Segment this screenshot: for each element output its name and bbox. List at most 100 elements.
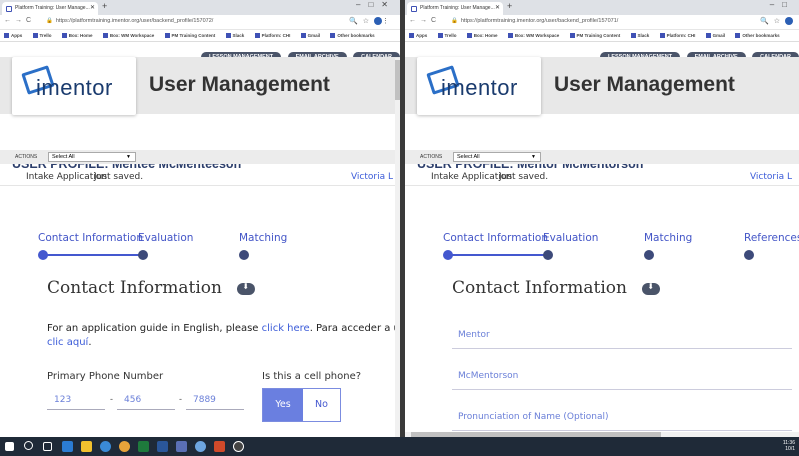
bookmark-gmail[interactable]: Gmail (705, 33, 725, 39)
window-controls[interactable]: –□✕ (356, 0, 396, 9)
browser-tab[interactable]: Platform Training: User Manage... ✕ (2, 2, 98, 15)
outlook-icon[interactable] (62, 441, 73, 452)
logo[interactable]: imentor (417, 57, 541, 115)
browser-actions[interactable]: 🔍☆ (760, 17, 793, 26)
last-name-input[interactable]: McMentorson (452, 364, 792, 390)
new-tab-icon[interactable]: + (102, 1, 107, 11)
taskbar: 11:36 10/1 (0, 437, 799, 456)
address-bar[interactable]: 🔒 https://platformtraining.imentor.org/us… (46, 18, 213, 24)
browser-actions[interactable]: 🔍☆ ⋮ (349, 17, 394, 26)
bookmark-platform[interactable]: Platform: CHI (659, 33, 695, 39)
address-bar[interactable]: 🔒 https://platformtraining.imentor.org/us… (451, 18, 618, 24)
bookmark-trello[interactable]: Trello (32, 33, 52, 39)
app-icon[interactable] (233, 441, 244, 452)
chrome-icon[interactable] (119, 441, 130, 452)
url-text: https://platformtraining.imentor.org/use… (460, 18, 619, 24)
bookmark-box-home[interactable]: Box: Home (61, 33, 93, 39)
new-tab-icon[interactable]: + (507, 1, 512, 11)
bookmark-label: PM Training Content (576, 33, 621, 38)
cell-phone-toggle: Yes No (262, 388, 341, 422)
bookmark-box-wm[interactable]: Box: WM Workspace (102, 33, 154, 39)
excel-icon[interactable] (138, 441, 149, 452)
bookmark-box-home[interactable]: Box: Home (466, 33, 498, 39)
task-view-icon[interactable] (43, 442, 52, 451)
step-matching[interactable]: Matching (644, 232, 692, 244)
cell-phone-label: Is this a cell phone? (262, 371, 362, 382)
bookmark-slack[interactable]: Slack (630, 33, 649, 39)
bookmark-label: Other bookmarks (337, 33, 375, 38)
bookmark-trello[interactable]: Trello (437, 33, 457, 39)
browser-tab[interactable]: Platform Training: User Manage... ✕ (407, 2, 503, 15)
actions-label: ACTIONS (420, 154, 443, 160)
close-tab-icon[interactable]: ✕ (90, 2, 95, 15)
step-references[interactable]: References (744, 232, 799, 244)
step-dot[interactable] (239, 250, 249, 260)
step-contact-information[interactable]: Contact Information (38, 232, 143, 244)
google-icon (705, 33, 711, 39)
pronunciation-input[interactable]: Pronunciation of Name (Optional) (452, 405, 792, 431)
step-dot[interactable] (644, 250, 654, 260)
no-button[interactable]: No (303, 389, 340, 421)
cloud-download-icon[interactable] (237, 282, 256, 295)
app-icon[interactable] (176, 441, 187, 452)
bookmark-slack[interactable]: Slack (225, 33, 244, 39)
actions-select[interactable]: Select All ▼ (48, 152, 136, 162)
step-dot[interactable] (744, 250, 754, 260)
logo[interactable]: imentor (12, 57, 136, 115)
phone-label: Primary Phone Number (47, 371, 164, 382)
profile-icon[interactable] (374, 17, 382, 26)
favicon-icon (6, 6, 12, 12)
step-contact-information[interactable]: Contact Information (443, 232, 548, 244)
bookmark-apps[interactable]: Apps (409, 33, 427, 39)
bookmark-box-wm[interactable]: Box: WM Workspace (507, 33, 559, 39)
address-bar-row: ←→C 🔒 https://platformtraining.imentor.or… (0, 15, 400, 30)
step-dot[interactable] (38, 250, 48, 260)
first-name-input[interactable]: Mentor (452, 323, 792, 349)
step-progress-line (448, 254, 548, 256)
close-tab-icon[interactable]: ✕ (495, 2, 500, 15)
search-icon[interactable] (24, 441, 33, 450)
step-matching[interactable]: Matching (239, 232, 287, 244)
phone-prefix-input[interactable]: 456 (117, 392, 175, 410)
window-controls[interactable]: –□ (770, 0, 795, 9)
app-icon[interactable] (195, 441, 206, 452)
user-link[interactable]: Victoria L (750, 172, 792, 182)
box-icon (61, 33, 67, 39)
box-icon (507, 33, 513, 39)
step-dot[interactable] (138, 250, 148, 260)
actions-row: ACTIONS Select All ▼ (405, 150, 799, 164)
word-icon[interactable] (157, 441, 168, 452)
step-dot[interactable] (543, 250, 553, 260)
actions-select[interactable]: Select All ▼ (453, 152, 541, 162)
step-evaluation[interactable]: Evaluation (543, 232, 598, 244)
bookmark-apps[interactable]: Apps (4, 33, 23, 39)
nav-buttons[interactable]: ←→C (4, 17, 35, 24)
windows-start-icon[interactable] (5, 442, 14, 451)
step-dot[interactable] (443, 250, 453, 260)
user-link[interactable]: Victoria L (351, 172, 393, 182)
step-evaluation[interactable]: Evaluation (138, 232, 193, 244)
phone-area-code-input[interactable]: 123 (47, 392, 105, 410)
bookmark-other[interactable]: Other bookmarks (735, 33, 780, 39)
guide-link-english[interactable]: click here (262, 323, 310, 334)
bookmark-pm-training[interactable]: PM Training Content (569, 33, 621, 39)
nav-buttons[interactable]: ←→C (409, 17, 440, 24)
bookmark-gmail[interactable]: Gmail (300, 33, 320, 39)
bookmark-pm-training[interactable]: PM Training Content (164, 33, 215, 39)
bookmark-other[interactable]: Other bookmarks (330, 33, 375, 39)
bookmark-label: Other bookmarks (742, 33, 780, 38)
cloud-download-icon[interactable] (642, 282, 661, 295)
step-progress-line (43, 254, 143, 256)
favicon-icon (411, 6, 417, 12)
phone-line-input[interactable]: 7889 (186, 392, 244, 410)
bookmark-platform[interactable]: Platform: CHI (254, 33, 290, 39)
profile-icon[interactable] (785, 17, 793, 26)
phone-separator: - (179, 394, 182, 404)
powerpoint-icon[interactable] (214, 441, 225, 452)
app-icon[interactable] (100, 441, 111, 452)
system-clock[interactable]: 11:36 10/1 (783, 440, 795, 452)
yes-button[interactable]: Yes (263, 389, 303, 421)
file-explorer-icon[interactable] (81, 441, 92, 452)
bookmark-label: Apps (11, 33, 23, 38)
guide-link-spanish[interactable]: clic aquí (47, 337, 88, 348)
